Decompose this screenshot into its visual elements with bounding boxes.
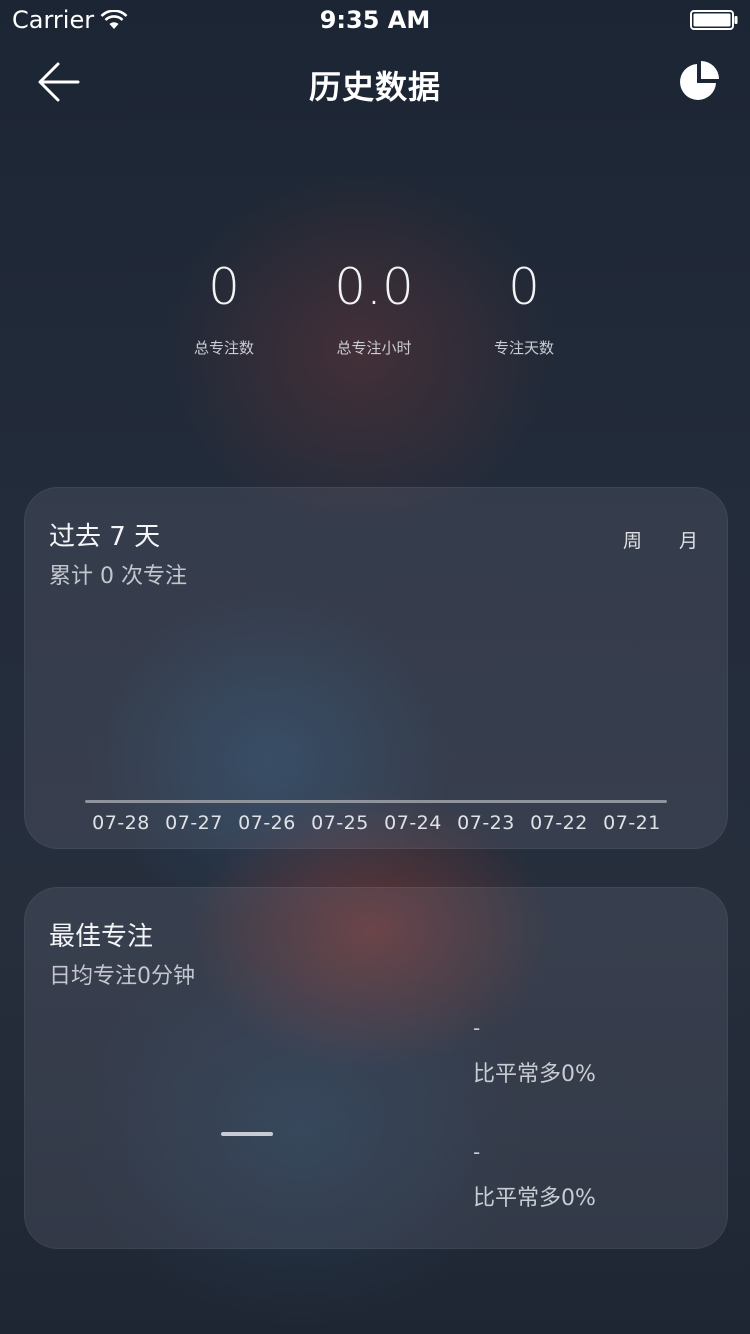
- empty-value-dash: [221, 1132, 273, 1136]
- pie-chart-icon: [680, 61, 719, 100]
- x-tick-label: 07-21: [603, 812, 661, 834]
- x-tick-label: 07-26: [238, 812, 296, 834]
- best-item-1-text: 比平常多0%: [473, 1062, 596, 1087]
- status-time: 9:35 AM: [319, 6, 431, 34]
- best-focus-card: 最佳专注 日均专注0分钟 - 比平常多0% - 比平常多0%: [24, 887, 728, 1249]
- best-subtitle: 日均专注0分钟: [49, 964, 195, 989]
- segment-month[interactable]: 月: [679, 526, 698, 553]
- segment-week[interactable]: 周: [623, 526, 642, 553]
- x-tick-label: 07-28: [92, 812, 150, 834]
- best-title: 最佳专注: [49, 922, 154, 952]
- x-tick-label: 07-25: [311, 812, 369, 834]
- x-tick-label: 07-24: [384, 812, 442, 834]
- page-title: 历史数据: [308, 68, 441, 106]
- stat-label: 专注天数: [493, 339, 554, 357]
- best-item-2-value: -: [473, 1140, 481, 1164]
- weekly-card: 过去 7 天 累计 0 次专注 周 月 07-28 07-27 07-26 07-25…: [24, 487, 728, 849]
- best-item-1-value: -: [473, 1016, 481, 1040]
- x-tick-label: 07-22: [530, 812, 588, 834]
- weekly-subtitle: 累计 0 次专注: [49, 564, 187, 589]
- stat-value: 0: [508, 258, 540, 316]
- weekly-title: 过去 7 天: [49, 522, 161, 552]
- stat-focus-days: 0 专注天数: [434, 255, 614, 358]
- best-item-2-text: 比平常多0%: [473, 1186, 596, 1211]
- battery-icon: [690, 10, 738, 30]
- x-tick-label: 07-23: [457, 812, 515, 834]
- x-axis-line: [85, 800, 667, 803]
- status-bar: Carrier 9:35 AM: [0, 0, 750, 40]
- x-tick-label: 07-27: [165, 812, 223, 834]
- chart-view-button[interactable]: [678, 60, 720, 102]
